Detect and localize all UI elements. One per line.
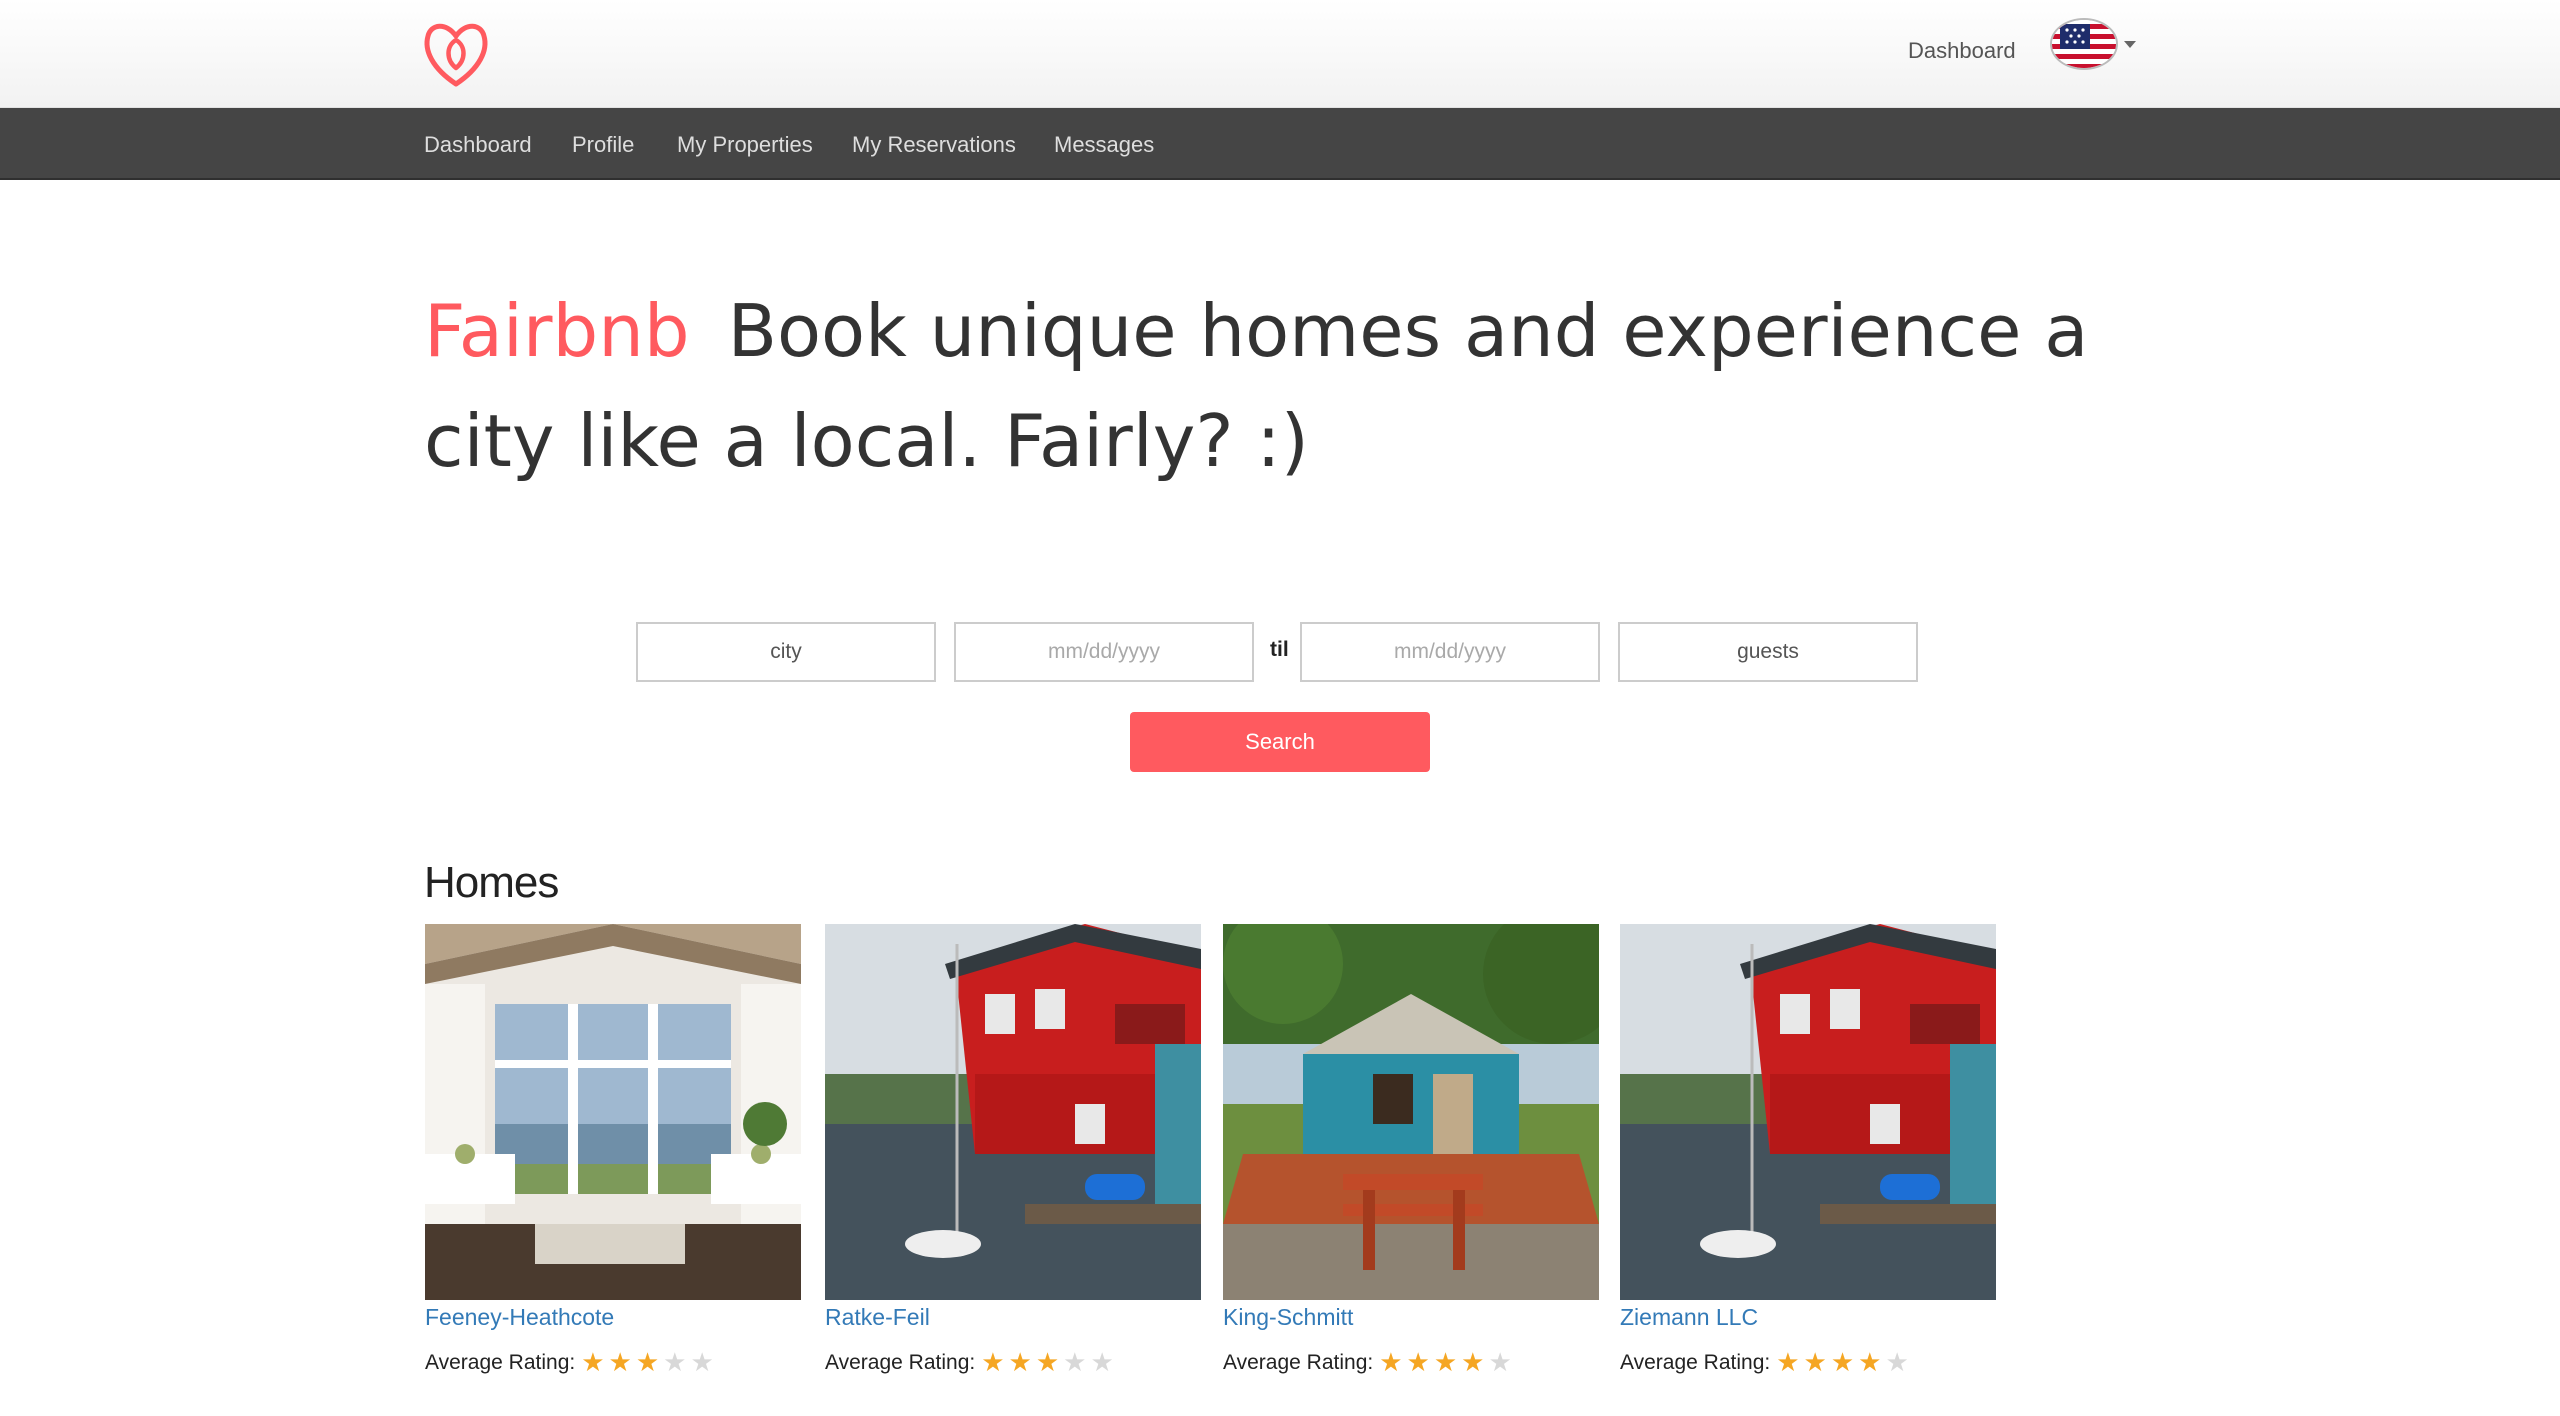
checkout-date-input[interactable] [1300,622,1600,682]
home-card: Ratke-Feil Average Rating: ★ ★ ★ ★ ★ [825,924,1201,1377]
star-empty-icon: ★ [663,1347,687,1377]
star-filled-icon: ★ [981,1347,1005,1377]
rating-label: Average Rating: [825,1351,976,1374]
star-empty-icon: ★ [1488,1347,1512,1377]
home-rating: Average Rating: ★ ★ ★ ★ ★ [825,1349,1201,1377]
star-empty-icon: ★ [1063,1347,1087,1377]
home-photo-sunroom[interactable] [425,924,801,1300]
star-filled-icon: ★ [1776,1347,1800,1377]
home-photo-houseboat[interactable] [1620,924,1996,1300]
star-empty-icon: ★ [690,1347,714,1377]
language-selector[interactable] [2050,16,2140,72]
main-nav: Dashboard Profile My Properties My Reser… [0,108,2560,180]
nav-item-messages[interactable]: Messages [1054,132,1154,158]
date-range-separator: til [1270,638,1289,661]
star-empty-icon: ★ [1885,1347,1909,1377]
nav-item-my-properties[interactable]: My Properties [677,132,813,158]
star-filled-icon: ★ [1379,1347,1403,1377]
fairbnb-logo-icon[interactable] [422,16,490,88]
star-filled-icon: ★ [1858,1347,1882,1377]
nav-item-my-reservations[interactable]: My Reservations [852,132,1016,158]
star-rating: ★ ★ ★ ★ ★ [581,1349,718,1377]
star-filled-icon: ★ [1406,1347,1430,1377]
city-input[interactable] [636,622,936,682]
star-filled-icon: ★ [1433,1347,1458,1377]
home-card: Ziemann LLC Average Rating: ★ ★ ★ ★ ★ [1620,924,1996,1377]
star-filled-icon: ★ [1803,1347,1827,1377]
home-name-link[interactable]: King-Schmitt [1223,1304,1599,1331]
star-filled-icon: ★ [581,1347,605,1377]
nav-item-dashboard[interactable]: Dashboard [424,132,532,158]
star-rating: ★ ★ ★ ★ ★ [1776,1349,1913,1377]
header-dashboard-link[interactable]: Dashboard [1908,38,2016,64]
home-name-link[interactable]: Ziemann LLC [1620,1304,1996,1331]
star-filled-icon: ★ [1461,1347,1485,1377]
star-filled-icon: ★ [1035,1347,1060,1377]
rating-label: Average Rating: [1620,1351,1771,1374]
home-photo-yurt[interactable] [1223,924,1599,1300]
star-filled-icon: ★ [1008,1347,1032,1377]
star-rating: ★ ★ ★ ★ ★ [981,1349,1118,1377]
brand-name: Fairbnb [424,289,690,373]
home-rating: Average Rating: ★ ★ ★ ★ ★ [1620,1349,1996,1377]
homes-section-title: Homes [424,858,559,907]
home-rating: Average Rating: ★ ★ ★ ★ ★ [425,1349,801,1377]
home-photo-houseboat[interactable] [825,924,1201,1300]
home-card: Feeney-Heathcote Average Rating: ★ ★ ★ ★ ★ [425,924,801,1377]
rating-label: Average Rating: [1223,1351,1374,1374]
home-name-link[interactable]: Feeney-Heathcote [425,1304,801,1331]
chevron-down-icon [2124,40,2136,48]
top-bar: Dashboard [0,0,2560,108]
search-button[interactable]: Search [1130,712,1430,772]
star-filled-icon: ★ [635,1347,660,1377]
us-flag-icon [2050,18,2118,70]
star-filled-icon: ★ [608,1347,632,1377]
home-card: King-Schmitt Average Rating: ★ ★ ★ ★ ★ [1223,924,1599,1377]
star-rating: ★ ★ ★ ★ ★ [1379,1349,1516,1377]
star-empty-icon: ★ [1090,1347,1114,1377]
star-filled-icon: ★ [1830,1347,1855,1377]
hero-heading: Fairbnb Book unique homes and experience … [424,276,2184,496]
checkin-date-input[interactable] [954,622,1254,682]
home-name-link[interactable]: Ratke-Feil [825,1304,1201,1331]
home-rating: Average Rating: ★ ★ ★ ★ ★ [1223,1349,1599,1377]
rating-label: Average Rating: [425,1351,576,1374]
nav-item-profile[interactable]: Profile [572,132,634,158]
guests-input[interactable] [1618,622,1918,682]
